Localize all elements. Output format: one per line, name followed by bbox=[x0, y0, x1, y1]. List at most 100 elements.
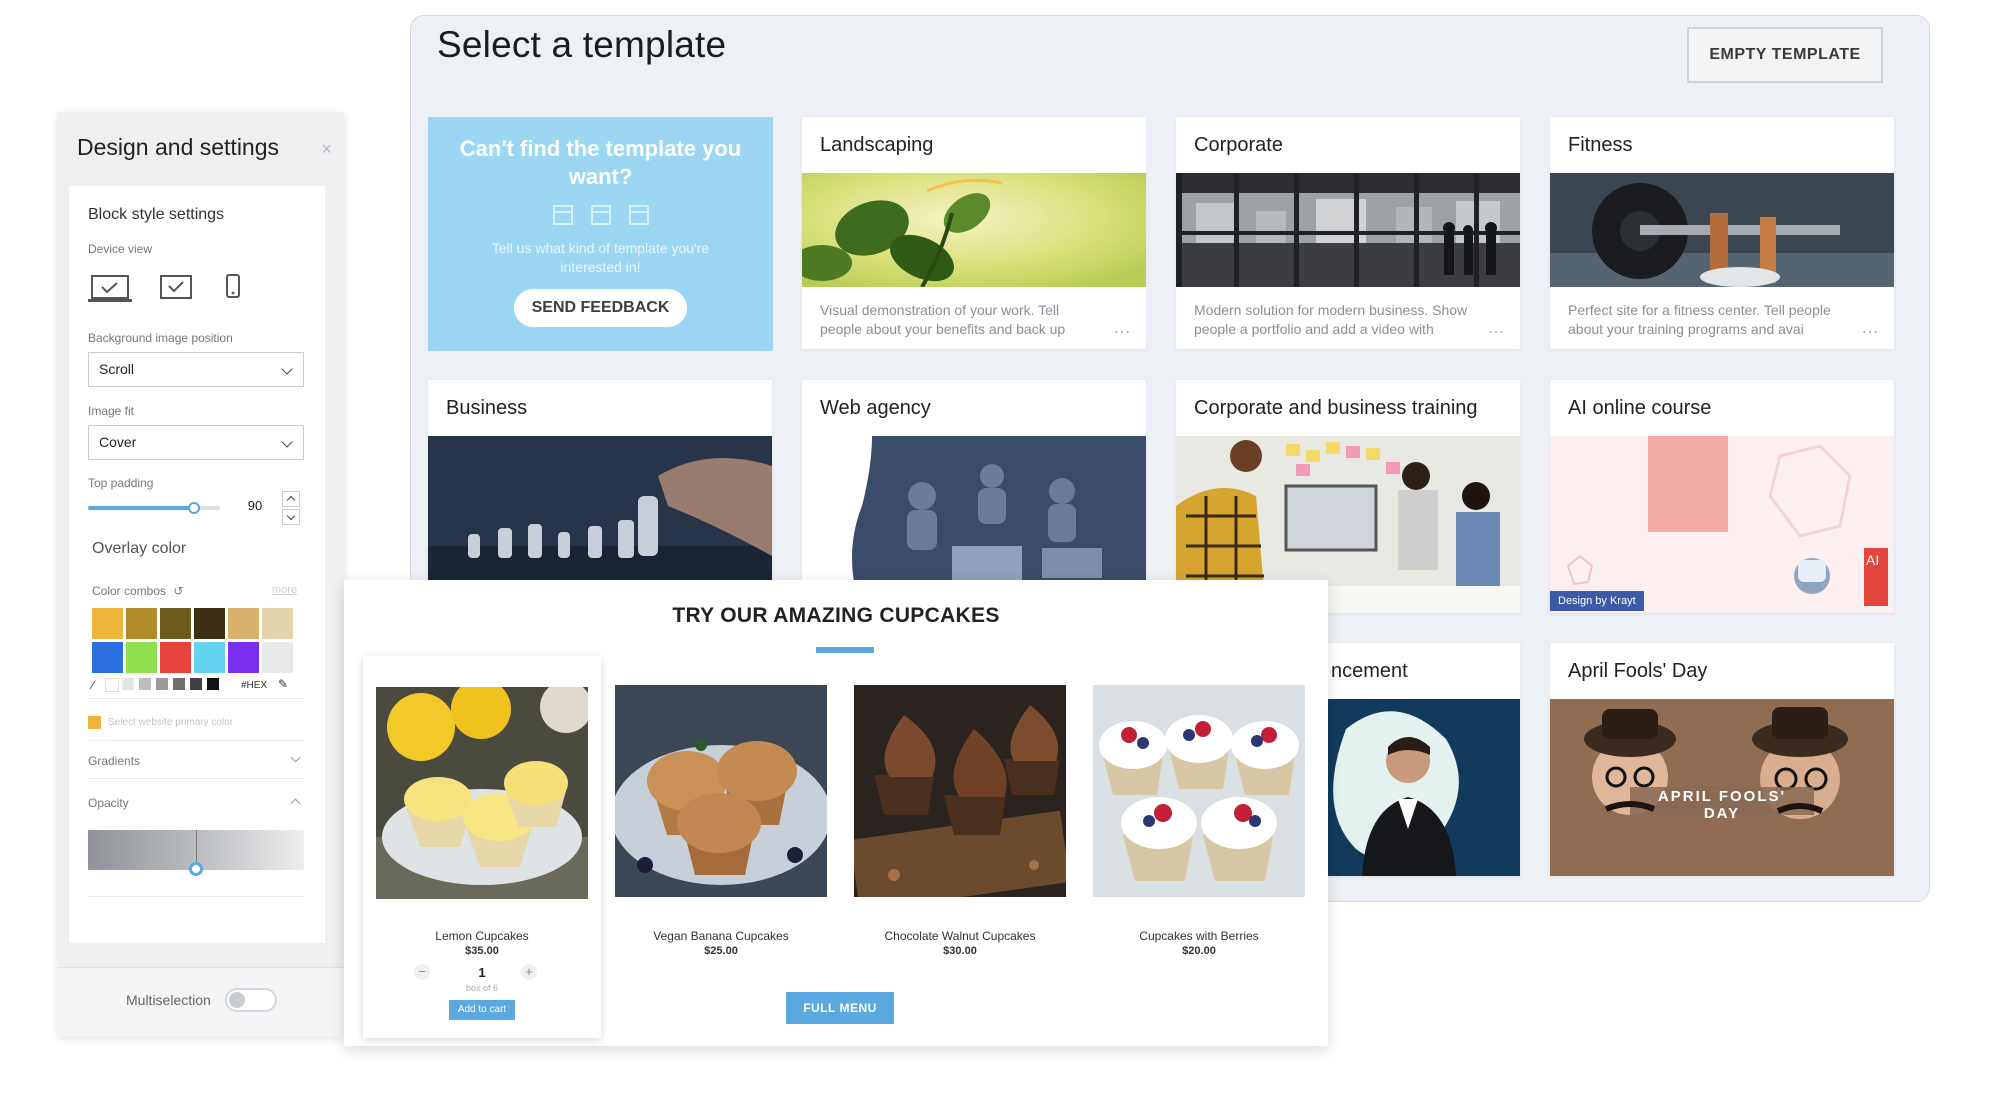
slider-handle[interactable] bbox=[189, 862, 203, 876]
more-link[interactable]: more bbox=[272, 584, 297, 596]
bg-position-value: Scroll bbox=[99, 361, 135, 377]
chevron-down-icon[interactable] bbox=[290, 752, 301, 763]
add-to-cart-button[interactable]: Add to cart bbox=[449, 1000, 515, 1020]
send-feedback-button[interactable]: SEND FEEDBACK bbox=[514, 289, 687, 327]
template-card-fitness[interactable]: Fitness Perfect site for a fitness cente… bbox=[1550, 117, 1894, 349]
page-title: Select a template bbox=[437, 24, 727, 65]
card-title: April Fools' Day bbox=[1568, 660, 1708, 682]
color-swatch[interactable] bbox=[194, 608, 225, 639]
bg-position-select[interactable]: Scroll bbox=[88, 352, 304, 387]
color-combos-label: Color combos ↺ bbox=[92, 584, 183, 598]
card-image bbox=[1550, 173, 1894, 287]
color-swatch[interactable] bbox=[262, 608, 293, 639]
template-card-web-agency[interactable]: Web agency bbox=[802, 380, 1146, 613]
gradients-label[interactable]: Gradients bbox=[88, 754, 140, 768]
product-image[interactable] bbox=[1093, 685, 1305, 897]
mini-color-swatch[interactable] bbox=[122, 678, 134, 690]
template-card-corporate-training[interactable]: Corporate and business training bbox=[1176, 380, 1520, 613]
cupcakes-with-berries-image bbox=[1093, 685, 1305, 897]
image-fit-select[interactable]: Cover bbox=[88, 425, 304, 460]
mini-color-swatch[interactable] bbox=[156, 678, 168, 690]
mini-color-swatch[interactable] bbox=[105, 678, 119, 692]
no-color-icon[interactable]: ∕ bbox=[92, 678, 94, 692]
product-image[interactable] bbox=[615, 685, 827, 897]
color-swatch[interactable] bbox=[262, 642, 293, 673]
top-padding-slider[interactable] bbox=[88, 502, 220, 514]
design-settings-panel: Design and settings × Block style settin… bbox=[57, 112, 344, 1037]
color-swatch[interactable] bbox=[92, 642, 123, 673]
opacity-label[interactable]: Opacity bbox=[88, 796, 129, 810]
desktop-view-icon[interactable] bbox=[88, 274, 132, 304]
ai-course-image bbox=[1550, 436, 1894, 613]
card-description: Visual demonstration of your work. Tell … bbox=[802, 287, 1146, 349]
stepper-down-button[interactable] bbox=[282, 509, 300, 525]
block-style-heading: Block style settings bbox=[88, 206, 225, 223]
slider-fill bbox=[88, 506, 194, 510]
template-card-landscaping[interactable]: Landscaping Visual demonstration of your… bbox=[802, 117, 1146, 349]
multiselection-toggle[interactable] bbox=[225, 988, 277, 1012]
template-card-business[interactable]: Business bbox=[428, 380, 772, 613]
landscaping-image bbox=[802, 173, 1146, 287]
stepper-up-button[interactable] bbox=[282, 491, 300, 507]
refresh-icon[interactable]: ↺ bbox=[173, 584, 183, 598]
product-image[interactable] bbox=[854, 685, 1066, 897]
card-image: APRIL FOOLS' DAY bbox=[1550, 699, 1894, 876]
color-swatch[interactable] bbox=[228, 608, 259, 639]
mini-color-swatch[interactable] bbox=[207, 678, 219, 690]
feedback-icons bbox=[428, 205, 773, 225]
card-description-text: Perfect site for a fitness center. Tell … bbox=[1568, 302, 1831, 337]
card-title: Fitness bbox=[1568, 134, 1633, 156]
mini-color-swatch[interactable] bbox=[139, 678, 151, 690]
more-dots-icon[interactable]: … bbox=[1487, 318, 1506, 337]
qty-value[interactable]: 1 bbox=[467, 965, 497, 980]
color-swatch[interactable] bbox=[126, 642, 157, 673]
more-dots-icon[interactable]: … bbox=[1113, 318, 1132, 337]
card-description-text: Modern solution for modern business. Sho… bbox=[1194, 302, 1468, 337]
full-menu-button[interactable]: FULL MENU bbox=[786, 992, 894, 1024]
close-icon[interactable]: × bbox=[321, 139, 332, 160]
product-image[interactable] bbox=[376, 687, 588, 899]
color-swatch[interactable] bbox=[160, 608, 191, 639]
cupcake-preview-block: TRY OUR AMAZING CUPCAKES Lemon Cupcakes … bbox=[344, 580, 1328, 1046]
design-by-badge: Design by Krayt bbox=[1550, 591, 1644, 611]
tablet-view-icon[interactable] bbox=[159, 274, 193, 300]
mobile-view-icon[interactable] bbox=[225, 274, 241, 298]
hex-input[interactable]: #HEX bbox=[241, 680, 267, 691]
empty-template-button[interactable]: EMPTY TEMPLATE bbox=[1687, 27, 1883, 83]
color-swatch[interactable] bbox=[92, 608, 123, 639]
primary-color-swatch[interactable] bbox=[88, 716, 101, 729]
mini-color-swatch[interactable] bbox=[173, 678, 185, 690]
color-swatch[interactable] bbox=[126, 608, 157, 639]
product-price: $25.00 bbox=[704, 945, 738, 957]
color-combos-text: Color combos bbox=[92, 584, 167, 598]
color-swatch[interactable] bbox=[228, 642, 259, 673]
pencil-icon[interactable]: ✎ bbox=[278, 677, 288, 691]
primary-color-label[interactable]: Select website primary color bbox=[108, 717, 233, 728]
product-price: $35.00 bbox=[465, 945, 499, 957]
overlay-color-heading: Overlay color bbox=[92, 540, 187, 557]
card-description: Modern solution for modern business. Sho… bbox=[1176, 287, 1520, 349]
card-title: Corporate and business training bbox=[1194, 397, 1478, 419]
ai-tag: AI bbox=[1866, 552, 1880, 568]
color-swatch[interactable] bbox=[194, 642, 225, 673]
top-padding-value[interactable]: 90 bbox=[239, 498, 271, 513]
mini-color-swatch[interactable] bbox=[190, 678, 202, 690]
slider-handle[interactable] bbox=[187, 502, 200, 514]
qty-decrease-button[interactable]: − bbox=[414, 964, 430, 980]
card-title: Business bbox=[446, 397, 528, 419]
template-icon bbox=[590, 205, 611, 225]
chevron-up-icon[interactable] bbox=[290, 798, 301, 809]
product-price: $20.00 bbox=[1182, 945, 1216, 957]
color-swatch[interactable] bbox=[160, 642, 191, 673]
card-title: AI online course bbox=[1568, 397, 1712, 419]
template-card-april-fools[interactable]: April Fools' Day APRIL FOOLS' DAY bbox=[1550, 643, 1894, 876]
opacity-slider[interactable] bbox=[88, 830, 304, 876]
template-card-ai-online-course[interactable]: AI online course AI Design by Krayt bbox=[1550, 380, 1894, 613]
card-title: Web agency bbox=[820, 397, 931, 419]
chevron-down-icon bbox=[286, 511, 296, 521]
divider bbox=[88, 896, 304, 897]
feedback-title: Can't find the template you want? bbox=[459, 136, 742, 189]
template-card-corporate[interactable]: Corporate Modern solution for modern bus… bbox=[1176, 117, 1520, 349]
more-dots-icon[interactable]: … bbox=[1861, 318, 1880, 337]
qty-increase-button[interactable]: + bbox=[521, 964, 537, 980]
